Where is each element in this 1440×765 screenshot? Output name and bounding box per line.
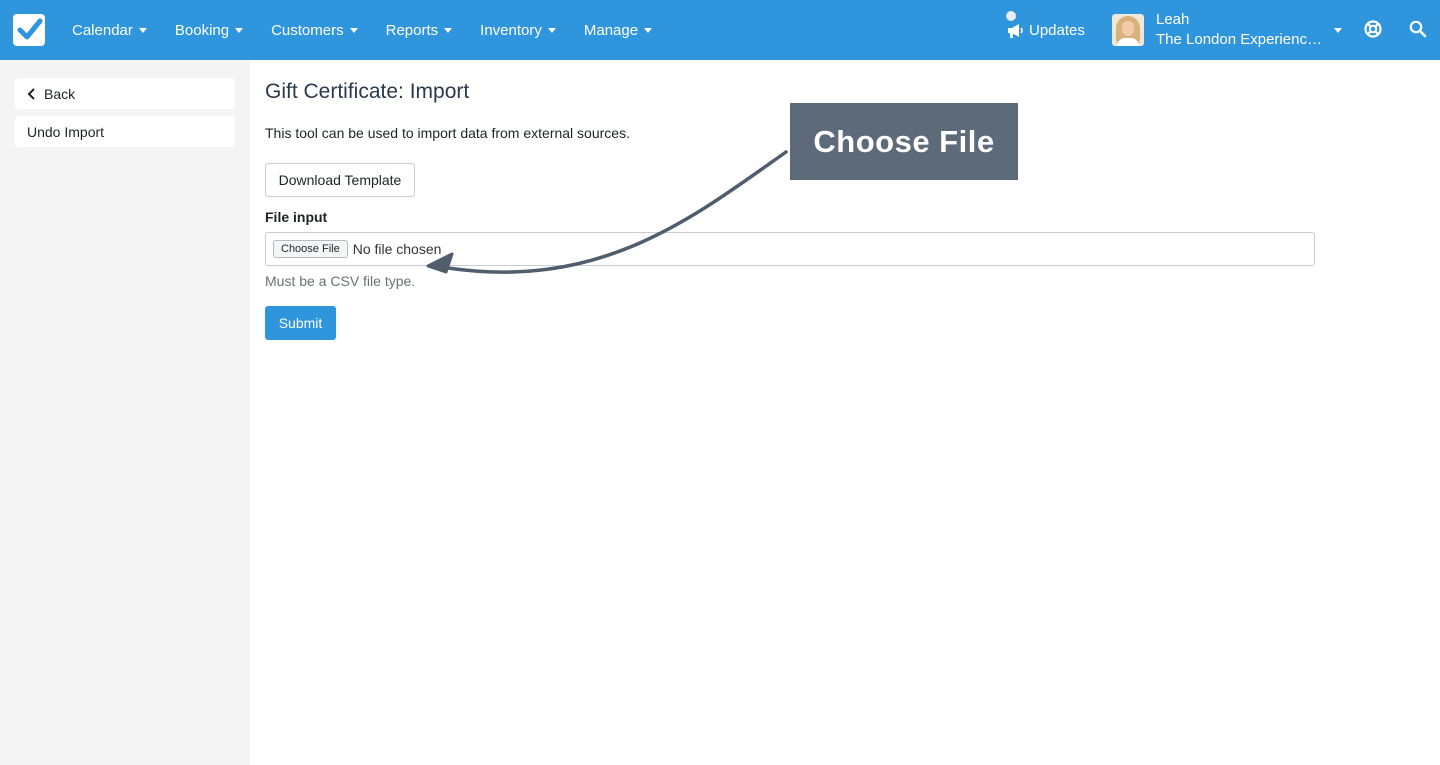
search-icon[interactable] xyxy=(1409,20,1427,38)
chevron-left-icon xyxy=(27,87,35,100)
megaphone-icon xyxy=(1008,24,1023,38)
back-label: Back xyxy=(44,85,76,102)
nav-customers[interactable]: Customers xyxy=(257,0,372,60)
nav-manage[interactable]: Manage xyxy=(570,0,666,60)
caret-down-icon xyxy=(547,27,556,33)
user-name: Leah xyxy=(1156,11,1190,28)
updates-label: Updates xyxy=(1029,21,1085,39)
download-template-button[interactable]: Download Template xyxy=(265,163,415,197)
updates-button[interactable]: Updates xyxy=(1006,0,1085,60)
back-button[interactable]: Back xyxy=(15,78,235,109)
undo-import-button[interactable]: Undo Import xyxy=(15,116,235,147)
nav-inventory-label: Inventory xyxy=(480,21,542,39)
avatar xyxy=(1112,14,1144,46)
file-help-text: Must be a CSV file type. xyxy=(265,273,416,289)
user-organization: The London Experienc… xyxy=(1156,31,1322,48)
caret-down-icon xyxy=(444,27,453,33)
nav-calendar[interactable]: Calendar xyxy=(58,0,161,60)
caret-down-icon xyxy=(644,27,653,33)
nav-booking[interactable]: Booking xyxy=(161,0,257,60)
nav-booking-label: Booking xyxy=(174,21,230,39)
file-status: No file chosen xyxy=(352,241,442,257)
main-nav: Calendar Booking Customers Reports Inven… xyxy=(58,0,666,60)
caret-down-icon xyxy=(349,27,358,33)
nav-manage-label: Manage xyxy=(583,21,639,39)
submit-button[interactable]: Submit xyxy=(265,306,336,340)
nav-customers-label: Customers xyxy=(271,21,344,39)
nav-reports-label: Reports xyxy=(385,21,439,39)
nav-reports[interactable]: Reports xyxy=(372,0,467,60)
undo-import-label: Undo Import xyxy=(27,123,105,140)
annotation-callout: Choose File xyxy=(790,103,1018,180)
nav-calendar-label: Calendar xyxy=(72,21,133,39)
sidebar: Back Undo Import xyxy=(0,60,250,765)
top-navbar: Calendar Booking Customers Reports Inven… xyxy=(0,0,1440,60)
notification-dot-icon xyxy=(1006,11,1016,21)
caret-down-icon xyxy=(138,27,147,33)
page-title: Gift Certificate: Import xyxy=(265,80,470,103)
caret-down-icon xyxy=(235,27,244,33)
caret-down-icon xyxy=(1334,28,1342,33)
nav-inventory[interactable]: Inventory xyxy=(466,0,570,60)
user-menu[interactable]: Leah The London Experienc… xyxy=(1112,0,1342,60)
user-info: Leah The London Experienc… xyxy=(1156,10,1322,50)
page-description: This tool can be used to import data fro… xyxy=(265,125,630,141)
choose-file-button[interactable]: Choose File xyxy=(273,240,348,258)
help-lifebuoy-icon[interactable] xyxy=(1363,19,1383,39)
app-logo-icon[interactable] xyxy=(13,14,45,46)
file-input-label: File input xyxy=(265,209,328,225)
file-input[interactable]: Choose File No file chosen xyxy=(265,232,1315,266)
